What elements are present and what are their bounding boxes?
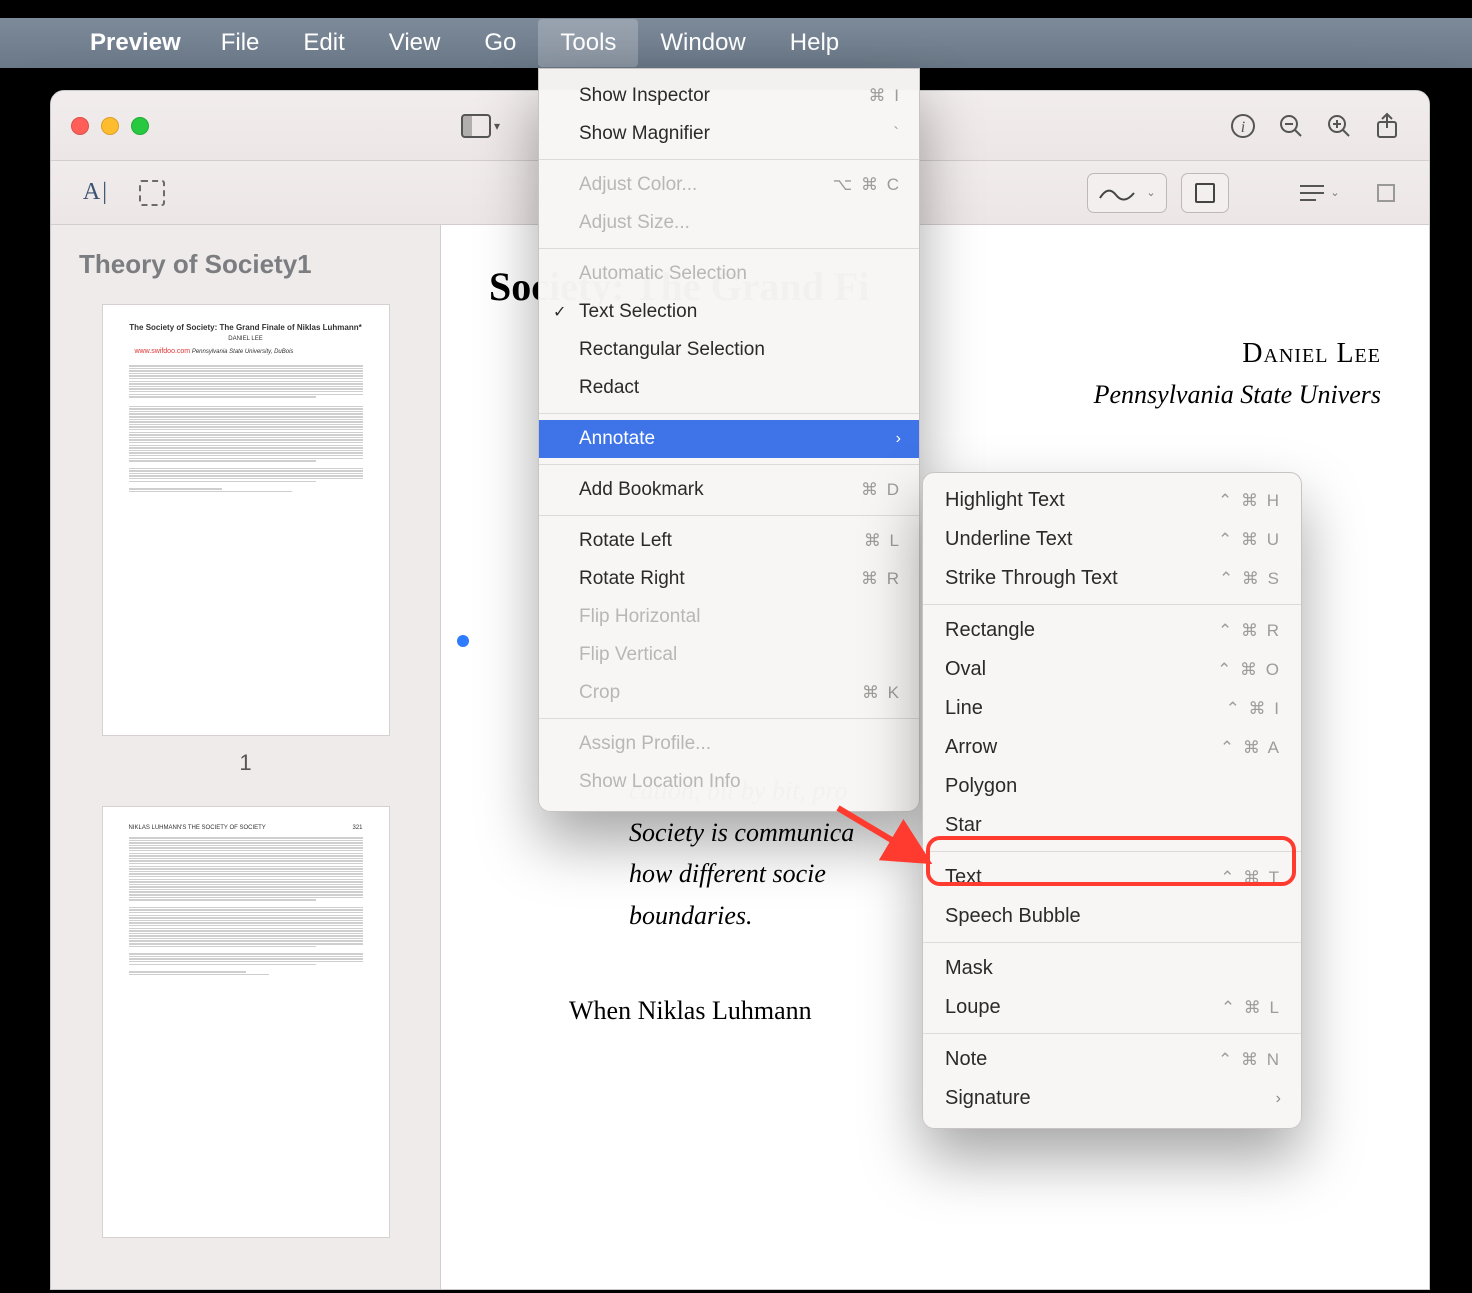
annotate-item-mask[interactable]: Mask (923, 949, 1301, 988)
thumb2-header: NIKLAS LUHMANN'S THE SOCIETY OF SOCIETY (129, 825, 266, 831)
annotate-item-polygon[interactable]: Polygon (923, 767, 1301, 806)
annotate-item-speech-bubble[interactable]: Speech Bubble (923, 897, 1301, 936)
annotate-item-underline-text[interactable]: Underline Text⌃ ⌘ U (923, 520, 1301, 559)
info-button[interactable]: i (1221, 104, 1265, 148)
fullscreen-button[interactable] (131, 117, 149, 135)
annotate-item-line[interactable]: Line⌃ ⌘ I (923, 689, 1301, 728)
tools-item-rotate-left[interactable]: Rotate Left⌘ L (539, 522, 919, 560)
menu-tools[interactable]: Tools (538, 19, 638, 67)
tools-item-flip-vertical: Flip Vertical (539, 636, 919, 674)
traffic-lights (71, 117, 149, 135)
sidebar-view-button[interactable]: ▾ (461, 114, 500, 138)
shape-style-tool[interactable] (1181, 173, 1229, 213)
tools-item-automatic-selection: Automatic Selection (539, 255, 919, 293)
share-button[interactable] (1365, 104, 1409, 148)
text-tool-icon[interactable] (73, 175, 117, 211)
menubar: Preview File Edit View Go Tools Window H… (0, 18, 1472, 68)
annotate-item-loupe[interactable]: Loupe⌃ ⌘ L (923, 988, 1301, 1027)
tools-item-text-selection[interactable]: ✓Text Selection (539, 293, 919, 331)
annotate-item-text[interactable]: Text⌃ ⌘ T (923, 858, 1301, 897)
thumb2-pagenum: 321 (352, 825, 362, 831)
minimize-button[interactable] (101, 117, 119, 135)
zoom-in-button[interactable] (1317, 104, 1361, 148)
menu-window[interactable]: Window (638, 19, 767, 67)
thumb-author: DANIEL LEE (129, 336, 363, 342)
watermark-text: www.swifdoo.com (135, 348, 191, 355)
tools-item-add-bookmark[interactable]: Add Bookmark⌘ D (539, 471, 919, 509)
tools-item-flip-horizontal: Flip Horizontal (539, 598, 919, 636)
tools-item-annotate[interactable]: Annotate› (539, 420, 919, 458)
annotate-item-signature[interactable]: Signature› (923, 1079, 1301, 1118)
tools-item-adjust-size-: Adjust Size... (539, 204, 919, 242)
annotate-item-arrow[interactable]: Arrow⌃ ⌘ A (923, 728, 1301, 767)
document-title: Theory of Society1 (79, 249, 412, 280)
annotate-item-oval[interactable]: Oval⌃ ⌘ O (923, 650, 1301, 689)
page-number-1: 1 (79, 750, 412, 776)
annotate-item-star[interactable]: Star (923, 806, 1301, 845)
tools-item-show-inspector[interactable]: Show Inspector⌘ I (539, 77, 919, 115)
tools-item-redact[interactable]: Redact (539, 369, 919, 407)
annotate-item-strike-through-text[interactable]: Strike Through Text⌃ ⌘ S (923, 559, 1301, 598)
thumbnail-sidebar: Theory of Society1 The Society of Societ… (51, 225, 441, 1289)
tools-item-crop: Crop⌘ K (539, 674, 919, 712)
crop-tool-icon[interactable] (1365, 173, 1407, 213)
annotate-item-highlight-text[interactable]: Highlight Text⌃ ⌘ H (923, 481, 1301, 520)
close-button[interactable] (71, 117, 89, 135)
thumb-title: The Society of Society: The Grand Finale… (129, 323, 363, 332)
menu-help[interactable]: Help (768, 19, 861, 67)
svg-text:i: i (1241, 119, 1245, 136)
tools-menu-dropdown: Show Inspector⌘ IShow Magnifier` Adjust C… (538, 68, 920, 812)
annotate-item-note[interactable]: Note⌃ ⌘ N (923, 1040, 1301, 1079)
tools-item-rotate-right[interactable]: Rotate Right⌘ R (539, 560, 919, 598)
tools-item-show-location-info: Show Location Info (539, 763, 919, 801)
page-thumbnail-1[interactable]: The Society of Society: The Grand Finale… (102, 304, 390, 736)
description-list-button[interactable]: ⌄ (1287, 173, 1351, 213)
page-thumbnail-2[interactable]: NIKLAS LUHMANN'S THE SOCIETY OF SOCIETY … (102, 806, 390, 1238)
zoom-out-button[interactable] (1269, 104, 1313, 148)
tools-item-rectangular-selection[interactable]: Rectangular Selection (539, 331, 919, 369)
annotate-submenu: Highlight Text⌃ ⌘ HUnderline Text⌃ ⌘ USt… (922, 472, 1302, 1129)
menu-go[interactable]: Go (462, 19, 538, 67)
tools-item-show-magnifier[interactable]: Show Magnifier` (539, 115, 919, 153)
selection-tool-icon[interactable] (131, 173, 173, 213)
tools-item-adjust-color-: Adjust Color...⌥ ⌘ C (539, 166, 919, 204)
signature-tool[interactable]: ⌄ (1087, 173, 1167, 213)
selection-handle[interactable] (457, 635, 469, 647)
menu-view[interactable]: View (367, 19, 463, 67)
tools-item-assign-profile-: Assign Profile... (539, 725, 919, 763)
app-name[interactable]: Preview (72, 29, 199, 57)
annotate-item-rectangle[interactable]: Rectangle⌃ ⌘ R (923, 611, 1301, 650)
thumb-affil: Pennsylvania State University, DuBois (192, 349, 294, 355)
menu-edit[interactable]: Edit (281, 19, 366, 67)
menu-file[interactable]: File (199, 19, 282, 67)
